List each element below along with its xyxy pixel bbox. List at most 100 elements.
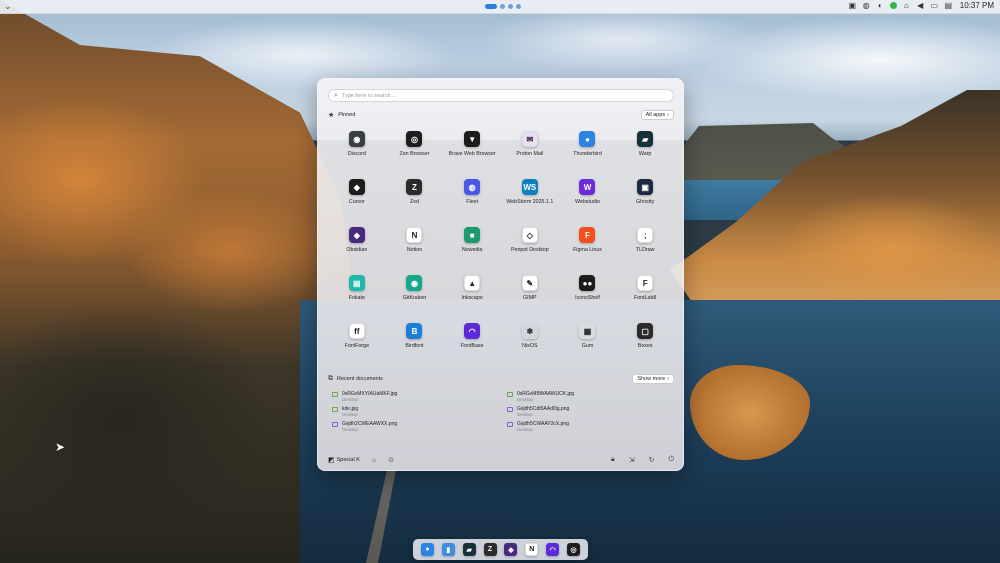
app-tile-thunderbird[interactable]: ● Thunderbird xyxy=(559,131,617,165)
app-label: Fokate xyxy=(348,295,365,301)
nowedia-icon: ■ xyxy=(464,227,481,243)
app-tile-fokate[interactable]: ▤ Fokate xyxy=(328,275,386,309)
app-tile-gimp[interactable]: ✎ GIMP xyxy=(501,275,559,309)
app-tile-tldraw[interactable]: ; TLDraw xyxy=(616,227,674,261)
lock-icon[interactable]: 🔒︎ xyxy=(611,456,615,464)
workspace-indicator-active[interactable] xyxy=(485,4,497,9)
battery-icon[interactable]: ▭ xyxy=(930,1,939,10)
app-label: FontBase xyxy=(460,343,484,349)
workspace-indicator[interactable] xyxy=(516,4,521,9)
app-tile-gum[interactable]: ▦ Gum xyxy=(559,323,617,357)
app-tile-cursor[interactable]: ◆ Cursor xyxy=(328,179,386,213)
dock-obsidian-icon[interactable]: ◆ xyxy=(504,543,518,556)
user-avatar-icon: ◩ xyxy=(328,457,335,464)
discord-icon: ◉ xyxy=(348,131,365,147)
volume-icon[interactable]: ◀ xyxy=(916,1,925,10)
fontlab8-icon: F xyxy=(637,275,654,291)
settings-icon[interactable]: ⊙ xyxy=(388,456,394,464)
dock-files-icon[interactable]: ▮ xyxy=(441,543,455,556)
app-tile-zen-browser[interactable]: ◎ Zen Browser xyxy=(386,131,444,165)
app-label: NixOS xyxy=(522,343,538,349)
clock[interactable]: 10:37 PM xyxy=(960,1,994,10)
gimp-icon: ✎ xyxy=(521,275,538,291)
app-tile-nixos[interactable]: ❄ NixOS xyxy=(501,323,559,357)
app-tile-proton-mail[interactable]: ✉ Proton Mail xyxy=(501,131,559,165)
logout-icon[interactable]: ⇲ xyxy=(629,456,635,464)
app-label: Fleet xyxy=(466,199,479,205)
pinned-header: ★ Pinned All apps › xyxy=(328,110,674,120)
workspace-indicator[interactable] xyxy=(500,4,505,9)
app-tile-brave-web-browser[interactable]: ▼ Brave Web Browser xyxy=(443,131,501,165)
notion-icon: N xyxy=(406,227,423,243)
chevron-down-icon[interactable]: ⌄ xyxy=(4,1,12,12)
dock-zen-browser-icon[interactable]: ◎ xyxy=(567,543,581,556)
birdfont-icon: B xyxy=(406,323,423,339)
palette-icon[interactable]: ◐ xyxy=(876,1,885,10)
search-box[interactable]: ⌕ xyxy=(328,89,674,102)
user-button[interactable]: ◩ Special K xyxy=(328,456,360,464)
network-icon[interactable]: ⌂ xyxy=(902,1,911,10)
recent-document-item[interactable]: Gsjdh5Cdt5AAdl3g.png Desktop xyxy=(507,406,672,417)
restart-icon[interactable]: ↻ xyxy=(649,456,655,464)
document-location: Desktop xyxy=(342,427,358,432)
app-label: Zen Browser xyxy=(399,151,430,157)
gum-icon: ▦ xyxy=(579,323,596,339)
status-green-icon[interactable] xyxy=(889,2,897,9)
app-tile-zed[interactable]: Z Zed xyxy=(386,179,444,213)
app-tile-penpot-desktop[interactable]: ◇ Penpot Desktop xyxy=(501,227,559,261)
app-tile-webstudio[interactable]: W Webstudio xyxy=(559,179,617,213)
dock-fontbase-icon[interactable]: ◠ xyxy=(546,543,560,556)
dock-zed-icon[interactable]: Z xyxy=(483,543,497,556)
image-file-icon xyxy=(507,407,513,412)
app-launcher: ⌕ ★ Pinned All apps › ◉ Discord ◎ Zen Brows… xyxy=(317,78,684,471)
penpot-desktop-icon: ◇ xyxy=(521,227,538,243)
compass-icon[interactable]: ◍ xyxy=(862,1,871,10)
app-tile-warp[interactable]: ▰ Warp xyxy=(616,131,674,165)
app-tile-figma-linux[interactable]: F Figma Linux xyxy=(559,227,617,261)
app-label: FontLab8 xyxy=(633,295,657,301)
recent-document-item[interactable]: kde.jpg Desktop xyxy=(332,406,497,417)
power-icon[interactable]: ⏻ xyxy=(668,456,674,464)
all-apps-button[interactable]: All apps › xyxy=(640,110,674,120)
app-tile-webstorm-2025-1-1[interactable]: WS WebStorm 2025.1.1 xyxy=(501,179,559,213)
app-tile-fontlab8[interactable]: F FontLab8 xyxy=(616,275,674,309)
app-label: Gum xyxy=(581,343,594,349)
home-icon[interactable]: ⌂ xyxy=(372,457,376,464)
dock-thunderbird-icon[interactable]: ● xyxy=(420,543,434,556)
keyboard-icon[interactable]: ▤ xyxy=(944,1,953,10)
app-tile-inkscape[interactable]: ▲ Inkscape xyxy=(443,275,501,309)
app-label: Discord xyxy=(347,151,366,157)
document-location: Desktop xyxy=(342,397,358,402)
dock-notion-icon[interactable]: N xyxy=(525,543,539,556)
app-tile-discord[interactable]: ◉ Discord xyxy=(328,131,386,165)
app-tile-obsidian[interactable]: ◆ Obsidian xyxy=(328,227,386,261)
ghostty-icon: ▣ xyxy=(637,179,654,195)
figma-linux-icon: F xyxy=(579,227,596,243)
search-input[interactable] xyxy=(341,92,642,99)
workspace-switcher[interactable] xyxy=(485,4,521,9)
workspace-indicator[interactable] xyxy=(508,4,513,9)
app-label: GIMP xyxy=(523,295,537,301)
app-tile-fontbase[interactable]: ◠ FontBase xyxy=(443,323,501,357)
gitkraken-icon: ◉ xyxy=(406,275,423,291)
display-icon[interactable]: ▣ xyxy=(848,1,857,10)
recent-document-item[interactable]: 0xRGvMBWAAWUCK.jpg Desktop xyxy=(507,391,672,402)
app-tile-notion[interactable]: N Notion xyxy=(386,227,444,261)
app-tile-boxes[interactable]: ▢ Boxes xyxy=(616,323,674,357)
app-tile-nowedia[interactable]: ■ Nowedia xyxy=(443,227,501,261)
dock-warp-icon[interactable]: ▰ xyxy=(462,543,476,556)
recent-document-item[interactable]: Gsjdh5CWAAY2cX.png Desktop xyxy=(507,421,672,432)
mouse-cursor-icon: ➤ xyxy=(55,440,66,454)
app-tile-iconsshelf[interactable]: ●● IconsShelf xyxy=(559,275,617,309)
app-tile-ghostty[interactable]: ▣ Ghostty xyxy=(616,179,674,213)
app-tile-birdfont[interactable]: B Birdfont xyxy=(386,323,444,357)
recent-document-item[interactable]: Gsjdh2CWEAAWXX.png Desktop xyxy=(332,421,497,432)
app-tile-fontforge[interactable]: ff FontForge xyxy=(328,323,386,357)
webstorm-2025-1-1-icon: WS xyxy=(521,179,538,195)
app-tile-fleet[interactable]: ◍ Fleet xyxy=(443,179,501,213)
recent-document-item[interactable]: 0xRGvMXYIAUaMKF.jpg Desktop xyxy=(332,391,497,402)
show-more-button[interactable]: Show more › xyxy=(632,374,674,384)
app-tile-gitkraken[interactable]: ◉ GitKraken xyxy=(386,275,444,309)
webstudio-icon: W xyxy=(579,179,596,195)
proton-mail-icon: ✉ xyxy=(521,131,538,147)
